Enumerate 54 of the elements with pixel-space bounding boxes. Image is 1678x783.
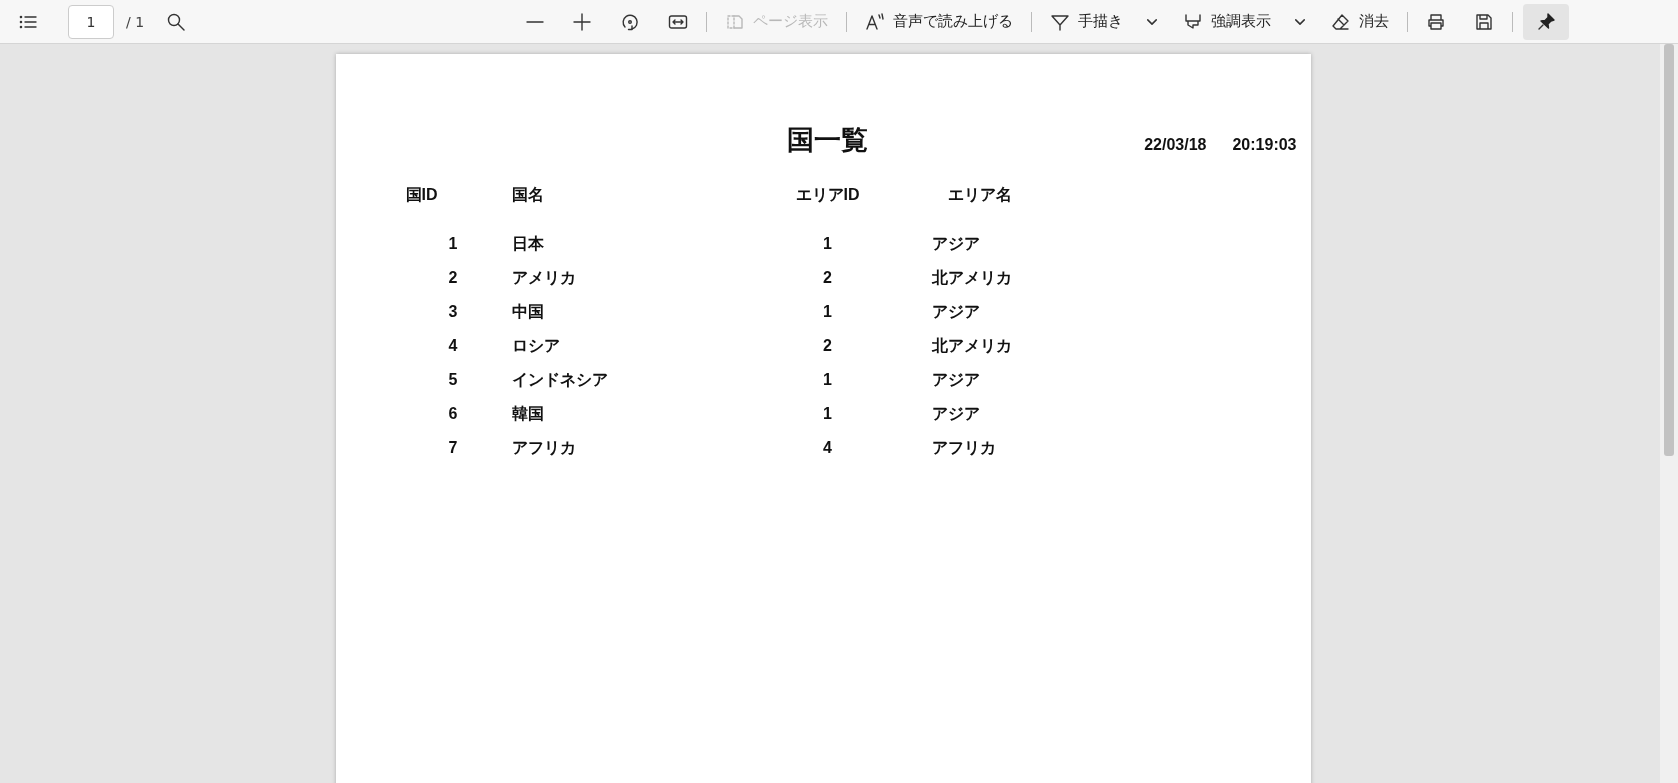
page-count: / 1 xyxy=(126,13,145,30)
column-header: 国ID xyxy=(405,185,439,205)
table-cell-text: 4 xyxy=(822,438,833,458)
column-header: エリアID xyxy=(794,185,861,205)
table-cell-text: 6 xyxy=(447,404,458,424)
column-header: エリア名 xyxy=(946,185,1013,205)
printer-icon xyxy=(1426,11,1447,32)
table-cell-text: アジア xyxy=(930,302,981,322)
plus-icon xyxy=(572,11,593,32)
read-aloud-icon xyxy=(865,11,886,32)
highlighter-icon xyxy=(1183,11,1204,32)
table-cell-text: 韓国 xyxy=(510,404,545,424)
table-cell-text: 日本 xyxy=(510,234,545,254)
table-cell-text: アフリカ xyxy=(510,438,577,458)
table-cell-text: 1 xyxy=(822,234,833,254)
page-number-field[interactable]: 1 xyxy=(68,4,114,39)
table-cell-text: 7 xyxy=(447,438,458,458)
search-icon xyxy=(166,11,187,32)
table-cell-text: アメリカ xyxy=(510,268,577,288)
pin-button[interactable] xyxy=(1523,3,1570,40)
table-cell-text: 2 xyxy=(447,268,458,288)
table-cell-text: 3 xyxy=(447,302,458,322)
table-cell-text: 2 xyxy=(822,268,833,288)
scrollbar-thumb[interactable] xyxy=(1664,44,1674,456)
table-cell-text: 4 xyxy=(447,336,458,356)
table-cell-text: アフリカ xyxy=(930,438,997,458)
table-cell-text: ロシア xyxy=(510,336,561,356)
table-cell-text: アジア xyxy=(930,370,981,390)
report-title: 国一覧 xyxy=(786,124,868,157)
report-date: 22/03/18 xyxy=(1144,136,1207,154)
read-aloud-button[interactable]: 音声で読み上げる xyxy=(857,3,1022,40)
table-cell-text: インドネシア xyxy=(510,370,609,390)
erase-button[interactable]: 消去 xyxy=(1323,3,1398,40)
table-cell-text: 1 xyxy=(822,302,833,322)
table-cell-text: 1 xyxy=(822,404,833,424)
table-cell-text: 北アメリカ xyxy=(930,336,1013,356)
table-cell-text: 2 xyxy=(822,336,833,356)
draw-button[interactable]: 手描き xyxy=(1042,3,1166,40)
table-cell-text: 5 xyxy=(447,370,458,390)
table-cell-text: 1 xyxy=(447,234,458,254)
table-cell-text: 中国 xyxy=(510,302,545,322)
table-cell-text: アジア xyxy=(930,234,981,254)
minus-icon xyxy=(526,20,545,23)
save-icon xyxy=(1474,11,1495,32)
table-cell-text: 北アメリカ xyxy=(930,268,1013,288)
chevron-down-icon xyxy=(1295,18,1306,25)
pin-icon xyxy=(1536,11,1557,32)
table-cell-text: 1 xyxy=(822,370,833,390)
scrollbar[interactable] xyxy=(1660,44,1678,783)
column-header: 国名 xyxy=(510,185,545,205)
highlight-button[interactable]: 強調表示 xyxy=(1175,3,1314,40)
chevron-down-icon xyxy=(1147,18,1158,25)
report-time: 20:19:03 xyxy=(1232,136,1297,154)
table-cell-text: アジア xyxy=(930,404,981,424)
